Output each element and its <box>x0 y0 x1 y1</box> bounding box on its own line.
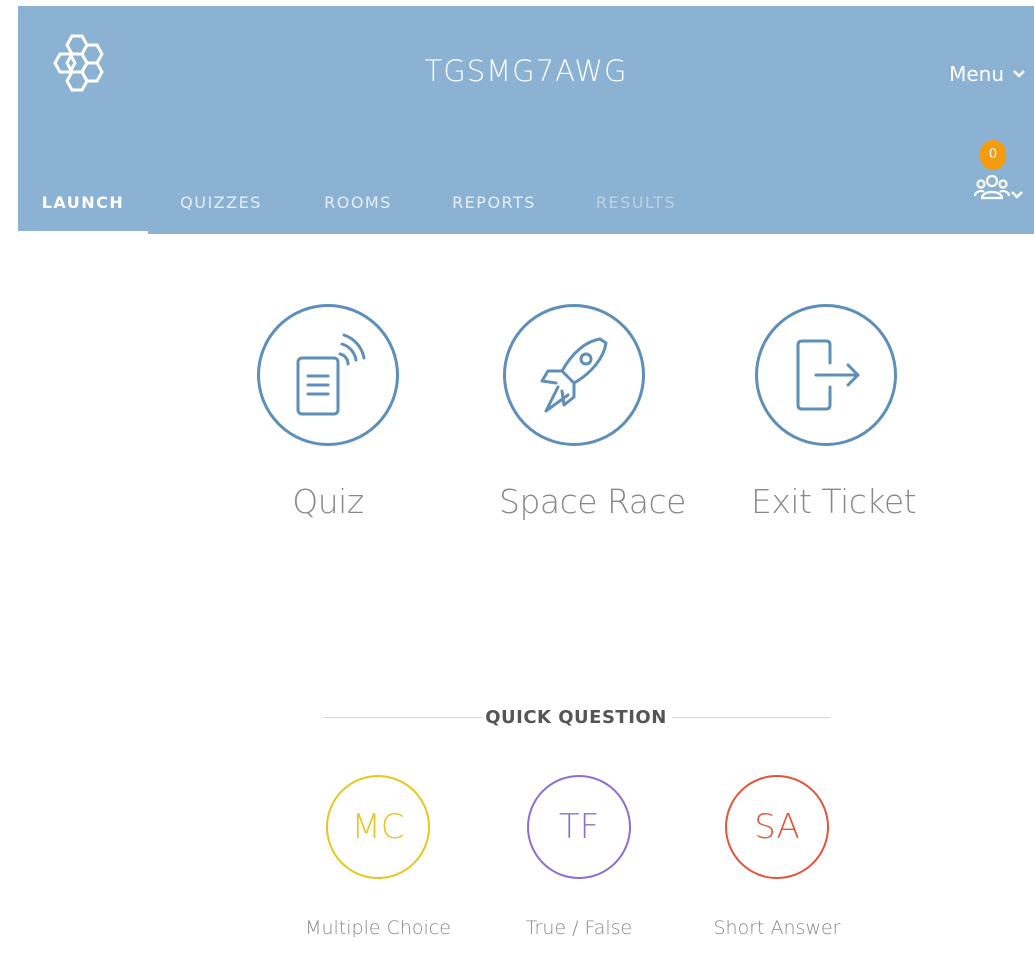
tf-label: True / False <box>525 917 633 939</box>
mc-label: Multiple Choice <box>305 917 451 939</box>
mc-circle: MC <box>326 775 430 879</box>
nav-tabs: LAUNCH QUIZZES ROOMS REPORTS RESULTS <box>18 188 706 234</box>
launch-space-race-circle <box>503 304 645 446</box>
divider-left <box>323 717 483 718</box>
rocket-icon <box>540 337 608 413</box>
launch-space-race-label: Space Race <box>499 482 686 521</box>
quiz-device-icon <box>296 333 366 416</box>
chevron-down-icon <box>1013 70 1025 78</box>
tab-rooms[interactable]: ROOMS <box>294 188 422 234</box>
users-icon <box>974 174 1010 200</box>
exit-door-icon <box>796 339 860 411</box>
launch-exit-ticket-label: Exit Ticket <box>751 482 917 521</box>
student-count-badge: 0 <box>980 140 1006 170</box>
tab-launch[interactable]: LAUNCH <box>18 188 148 234</box>
tf-circle: TF <box>527 775 631 879</box>
quick-true-false-button[interactable]: TF True / False <box>494 775 664 939</box>
launch-quiz-label: Quiz <box>292 482 364 521</box>
launch-quiz-button[interactable]: Quiz <box>253 304 403 521</box>
launch-exit-ticket-button[interactable]: Exit Ticket <box>751 304 917 521</box>
room-code: TGSMG7AWG <box>424 54 628 88</box>
tab-results: RESULTS <box>595 193 677 212</box>
tab-quizzes[interactable]: QUIZZES <box>148 188 294 234</box>
divider-right <box>672 717 830 718</box>
top-header: TGSMG7AWG Menu 0 LAUNCH QUIZZES ROOMS RE… <box>18 6 1034 234</box>
launch-space-race-button[interactable]: Space Race <box>499 304 686 521</box>
launch-exit-ticket-circle <box>755 304 897 446</box>
quick-multiple-choice-button[interactable]: MC Multiple Choice <box>293 775 463 939</box>
students-button[interactable]: 0 <box>974 140 1030 206</box>
menu-label: Menu <box>949 62 1004 86</box>
tab-reports[interactable]: REPORTS <box>422 188 566 234</box>
launch-quiz-circle <box>257 304 399 446</box>
menu-button[interactable]: Menu <box>949 62 1026 86</box>
chevron-down-icon <box>1011 191 1023 199</box>
sa-circle: SA <box>725 775 829 879</box>
sa-label: Short Answer <box>713 917 841 939</box>
quick-question-title: QUICK QUESTION <box>485 707 667 728</box>
quick-short-answer-button[interactable]: SA Short Answer <box>692 775 862 939</box>
